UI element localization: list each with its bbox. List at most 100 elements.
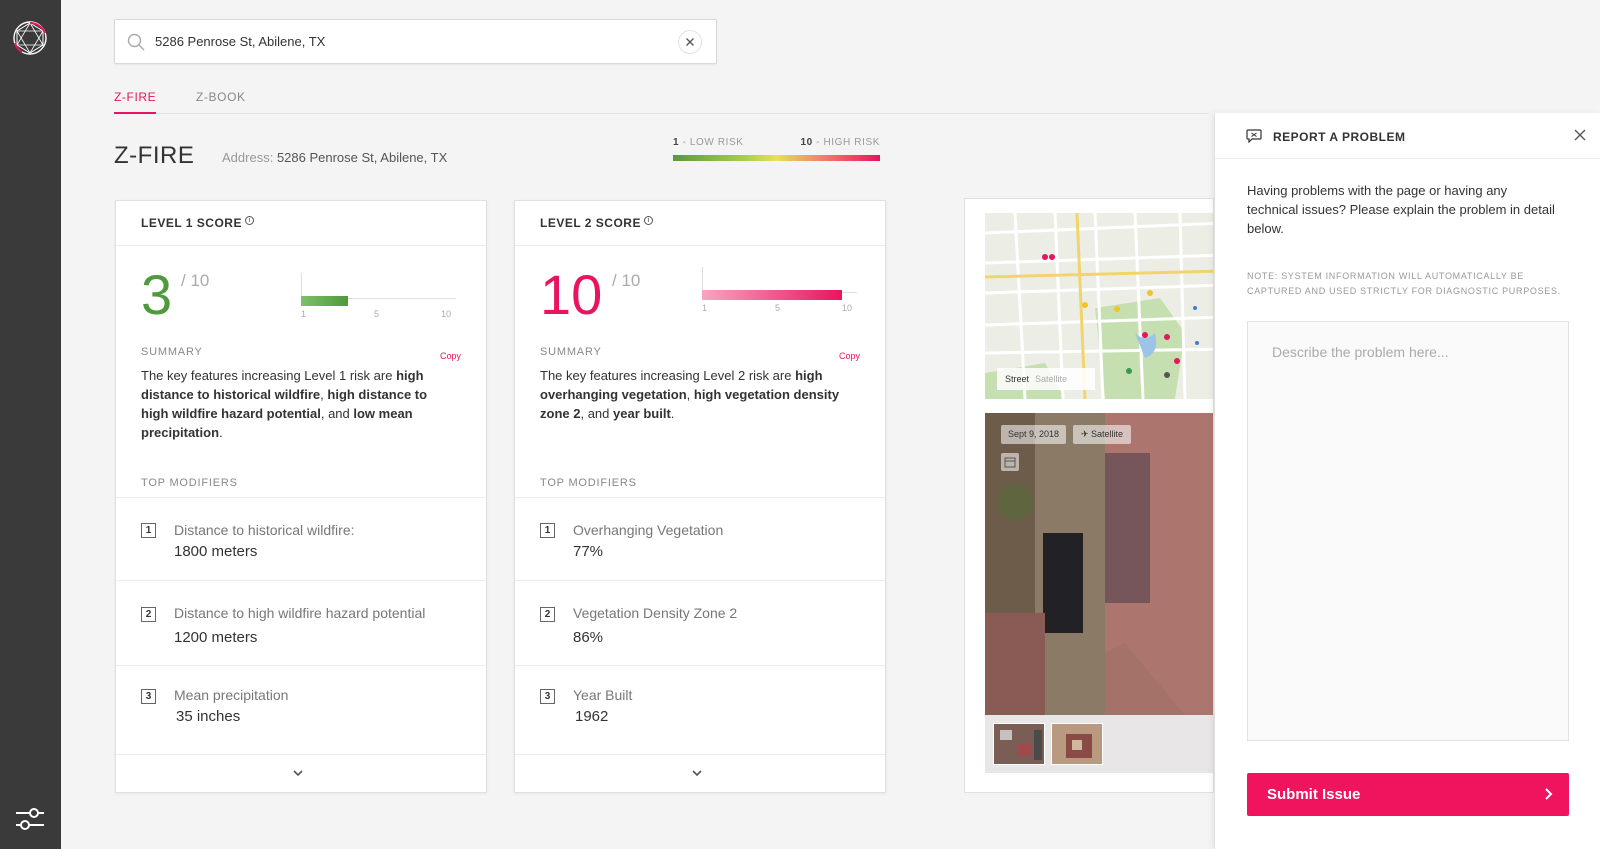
map-type-toggle: Street Satellite bbox=[997, 368, 1095, 390]
legend-high: 10 - HIGH RISK bbox=[800, 137, 880, 148]
report-panel-title: REPORT A PROBLEM bbox=[1273, 130, 1406, 144]
address-label: Address: bbox=[222, 150, 274, 165]
satellite-graphic bbox=[985, 413, 1213, 715]
info-icon[interactable]: i bbox=[244, 216, 254, 225]
satellite-image[interactable]: Sept 9, 2018 ✈ Satellite bbox=[985, 413, 1213, 715]
product-tabs: Z-FIRE Z-BOOK bbox=[114, 86, 1209, 114]
card-header: LEVEL 2 SCORE i bbox=[515, 201, 885, 246]
speech-bubble-icon bbox=[1246, 129, 1262, 143]
modifier-row: 2 Vegetation Density Zone 2 86% bbox=[515, 580, 885, 665]
chevron-right-icon bbox=[1545, 788, 1553, 800]
clear-search-button[interactable] bbox=[678, 30, 702, 54]
copy-summary-link[interactable]: Copy bbox=[440, 351, 461, 361]
modifier-rank: 1 bbox=[141, 523, 156, 538]
legend-low: 1 - LOW RISK bbox=[673, 137, 744, 148]
modifier-rank: 3 bbox=[540, 689, 555, 704]
close-icon bbox=[686, 38, 694, 46]
satellite-icon: ✈ bbox=[1081, 429, 1092, 439]
thumbnail-image[interactable] bbox=[993, 723, 1045, 765]
chevron-down-icon bbox=[293, 770, 303, 777]
level-1-score-bar: 1 5 10 bbox=[301, 273, 456, 323]
filter-sliders-icon[interactable] bbox=[14, 806, 46, 832]
score-denominator: / 10 bbox=[181, 271, 210, 290]
modifier-name: Mean precipitation bbox=[174, 687, 289, 703]
chevron-down-icon bbox=[692, 770, 702, 777]
summary-label: SUMMARY bbox=[540, 346, 602, 358]
calendar-button[interactable] bbox=[1001, 453, 1019, 471]
report-problem-panel: REPORT A PROBLEM Having problems with th… bbox=[1214, 113, 1600, 849]
modifier-name: Overhanging Vegetation bbox=[573, 522, 724, 538]
address-value: 5286 Penrose St, Abilene, TX bbox=[276, 150, 448, 165]
calendar-icon bbox=[1004, 457, 1016, 468]
tick-label: 1 bbox=[301, 309, 307, 319]
tick-label: 5 bbox=[775, 303, 781, 313]
thumbnail-image[interactable] bbox=[1051, 723, 1103, 765]
modifier-row: 1 Distance to historical wildfire: 1800 … bbox=[116, 497, 486, 580]
expand-modifiers-button[interactable] bbox=[515, 754, 885, 792]
close-icon[interactable] bbox=[1573, 128, 1587, 142]
card-header: LEVEL 1 SCORE i bbox=[116, 201, 486, 246]
modifier-row: 1 Overhanging Vegetation 77% bbox=[515, 497, 885, 580]
level-2-score-bar: 1 5 10 bbox=[702, 267, 857, 317]
search-icon bbox=[127, 33, 145, 51]
street-map[interactable]: Street Satellite bbox=[985, 213, 1213, 399]
score-denominator: / 10 bbox=[612, 271, 641, 290]
map-satellite-option[interactable]: Satellite bbox=[1035, 374, 1067, 384]
image-date-badge: Sept 9, 2018 bbox=[1001, 425, 1067, 444]
problem-description-input[interactable] bbox=[1247, 321, 1569, 741]
address-search-bar bbox=[114, 19, 717, 64]
image-thumbnails bbox=[985, 715, 1213, 773]
level-1-score-card: LEVEL 1 SCORE i 3 / 10 1 5 10 SUMMARY Cop… bbox=[115, 200, 487, 793]
submit-issue-button[interactable]: Submit Issue bbox=[1247, 773, 1569, 816]
report-description: Having problems with the page or having … bbox=[1247, 183, 1555, 236]
score-bar-fill bbox=[702, 290, 842, 300]
top-modifiers-label: TOP MODIFIERS bbox=[540, 477, 637, 489]
modifier-row: 3 Year Built 1962 bbox=[515, 665, 885, 755]
page-title: Z-FIRE bbox=[114, 142, 195, 169]
modifier-rank: 2 bbox=[141, 607, 156, 622]
summary-label: SUMMARY bbox=[141, 346, 203, 358]
tab-z-fire[interactable]: Z-FIRE bbox=[114, 90, 157, 114]
top-modifiers-label: TOP MODIFIERS bbox=[141, 477, 238, 489]
level-2-score-card: LEVEL 2 SCORE i 10 / 10 1 5 10 SUMMARY Co… bbox=[514, 200, 886, 793]
address-search-input[interactable] bbox=[155, 20, 675, 63]
modifier-value: 1962 bbox=[575, 708, 609, 725]
modifier-value: 1800 meters bbox=[174, 543, 258, 560]
modifier-rank: 2 bbox=[540, 607, 555, 622]
tick-label: 10 bbox=[842, 303, 853, 313]
left-rail bbox=[0, 0, 61, 849]
score-bar-fill bbox=[301, 296, 348, 306]
modifier-name: Vegetation Density Zone 2 bbox=[573, 605, 738, 621]
tick-label: 5 bbox=[374, 309, 380, 319]
level-2-summary-text: The key features increasing Level 2 risk… bbox=[540, 368, 840, 421]
modifier-name: Distance to high wildfire hazard potenti… bbox=[174, 605, 426, 621]
modifier-value: 77% bbox=[573, 543, 604, 560]
report-panel-header: REPORT A PROBLEM bbox=[1215, 113, 1600, 159]
modifier-value: 35 inches bbox=[176, 708, 241, 725]
modifier-name: Distance to historical wildfire: bbox=[174, 522, 355, 538]
modifier-name: Year Built bbox=[573, 687, 633, 703]
modifier-rank: 1 bbox=[540, 523, 555, 538]
legend-gradient-bar bbox=[673, 155, 880, 161]
modifier-row: 2 Distance to high wildfire hazard poten… bbox=[116, 580, 486, 665]
map-street-option[interactable]: Street bbox=[1005, 374, 1029, 384]
modifier-value: 1200 meters bbox=[174, 629, 258, 646]
modifier-rank: 3 bbox=[141, 689, 156, 704]
expand-modifiers-button[interactable] bbox=[116, 754, 486, 792]
property-imagery-panel: Street Satellite Sept 9, 2018 ✈ Satellit… bbox=[964, 198, 1214, 793]
tick-label: 10 bbox=[441, 309, 452, 319]
info-icon[interactable]: i bbox=[643, 216, 653, 225]
level-1-score-value: 3 bbox=[141, 263, 173, 326]
satellite-view-toggle[interactable]: ✈ Satellite bbox=[1073, 425, 1132, 444]
level-2-score-value: 10 bbox=[540, 263, 603, 326]
level-1-summary-text: The key features increasing Level 1 risk… bbox=[141, 368, 428, 440]
modifier-value: 86% bbox=[573, 629, 604, 646]
logo-icon[interactable] bbox=[12, 20, 48, 56]
tick-label: 1 bbox=[702, 303, 708, 313]
modifier-row: 3 Mean precipitation 35 inches bbox=[116, 665, 486, 755]
tab-z-book[interactable]: Z-BOOK bbox=[196, 90, 246, 112]
copy-summary-link[interactable]: Copy bbox=[839, 351, 860, 361]
risk-legend: 1 - LOW RISK 10 - HIGH RISK bbox=[673, 137, 880, 165]
diagnostic-note: NOTE: SYSTEM INFORMATION WILL AUTOMATICA… bbox=[1247, 271, 1561, 296]
property-address: Address: 5286 Penrose St, Abilene, TX bbox=[222, 150, 447, 165]
